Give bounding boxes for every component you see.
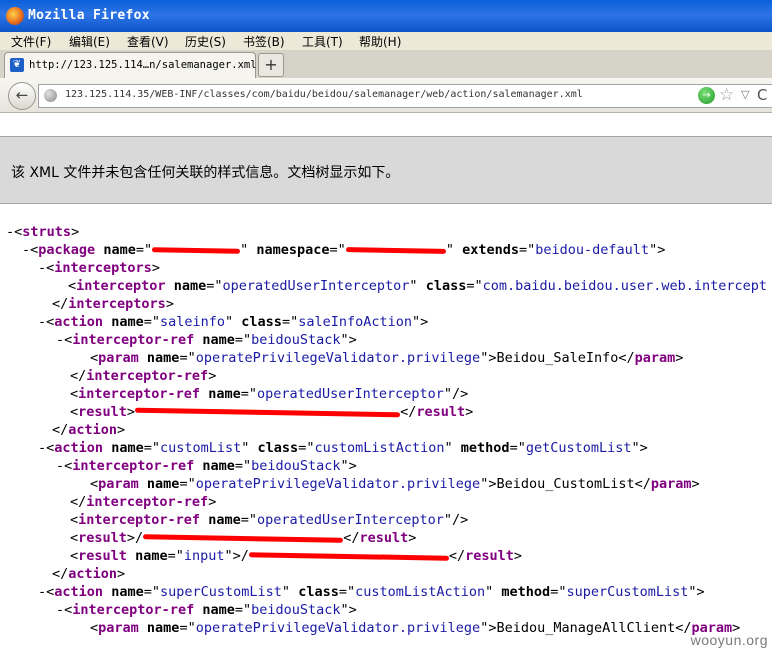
xml-info-message: 该 XML 文件并未包含任何关联的样式信息。文档树显示如下。 xyxy=(11,165,400,181)
collapse-toggle[interactable]: - xyxy=(56,332,64,348)
paw-favicon-icon: ❦ xyxy=(10,58,24,72)
xml-line: <interceptor-ref name="operatedUserInter… xyxy=(70,512,469,528)
menu-bar: 文件(F) 编辑(E) 查看(V) 历史(S) 书签(B) 工具(T) 帮助(H… xyxy=(0,32,772,50)
xml-line: </interceptor-ref> xyxy=(70,368,217,384)
redaction-scribble xyxy=(143,533,344,543)
window-title: Mozilla Firefox xyxy=(28,8,150,23)
redaction-scribble xyxy=(152,246,241,254)
menu-file[interactable]: 文件(F) xyxy=(11,33,51,50)
go-button[interactable]: → xyxy=(698,87,715,104)
xml-line: </action> xyxy=(52,566,126,582)
xml-line: -<interceptors> xyxy=(38,260,160,276)
tab-bar: ❦ http://123.125.114…n/salemanager.xml + xyxy=(0,50,772,79)
history-dropdown-icon[interactable]: ▽ xyxy=(741,88,749,101)
collapse-toggle[interactable]: - xyxy=(38,440,46,456)
collapse-toggle[interactable]: - xyxy=(38,260,46,276)
xml-line: -<action name="superCustomList" class="c… xyxy=(38,584,705,600)
redaction-scribble xyxy=(248,551,449,561)
address-text[interactable]: 123.125.114.35/WEB-INF/classes/com/baidu… xyxy=(65,89,583,100)
navigation-bar: ← 123.125.114.35/WEB-INF/classes/com/bai… xyxy=(0,78,772,113)
tab-title: http://123.125.114…n/salemanager.xml xyxy=(29,59,257,71)
xml-line: -<interceptor-ref name="beidouStack"> xyxy=(56,602,357,618)
xml-line: </interceptors> xyxy=(52,296,174,312)
collapse-toggle[interactable]: - xyxy=(22,242,30,258)
back-button[interactable]: ← xyxy=(8,82,36,110)
tab-salemanager[interactable]: ❦ http://123.125.114…n/salemanager.xml xyxy=(4,52,257,78)
menu-view[interactable]: 查看(V) xyxy=(127,33,169,50)
redaction-scribble xyxy=(345,246,446,254)
reload-button[interactable]: C xyxy=(757,86,767,104)
menu-edit[interactable]: 编辑(E) xyxy=(69,33,110,50)
xml-line: -<interceptor-ref name="beidouStack"> xyxy=(56,458,357,474)
xml-line: -<action name="saleinfo" class="saleInfo… xyxy=(38,314,429,330)
menu-history[interactable]: 历史(S) xyxy=(185,33,226,50)
wooyun-watermark: wooyun.org xyxy=(690,632,768,648)
xml-line: <interceptor-ref name="operatedUserInter… xyxy=(70,386,469,402)
collapse-toggle[interactable]: - xyxy=(6,224,14,240)
xml-line: -<struts> xyxy=(6,224,80,240)
firefox-logo-icon xyxy=(6,7,24,25)
new-tab-button[interactable]: + xyxy=(258,53,284,77)
collapse-toggle[interactable]: - xyxy=(56,602,64,618)
collapse-toggle[interactable]: - xyxy=(56,458,64,474)
xml-line: <param name="operatePrivilegeValidator.p… xyxy=(90,350,684,366)
xml-line: <param name="operatePrivilegeValidator.p… xyxy=(90,620,741,636)
xml-line: <result name="input">/</result> xyxy=(70,548,523,564)
menu-tools[interactable]: 工具(T) xyxy=(302,33,343,50)
xml-line: <param name="operatePrivilegeValidator.p… xyxy=(90,476,700,492)
xml-line: -<action name="customList" class="custom… xyxy=(38,440,648,456)
collapse-toggle[interactable]: - xyxy=(38,584,46,600)
xml-line: </action> xyxy=(52,422,126,438)
title-bar: Mozilla Firefox xyxy=(0,0,772,33)
redaction-scribble xyxy=(135,407,401,417)
menu-bookmarks[interactable]: 书签(B) xyxy=(243,33,285,50)
xml-line: -<package name=" " namespace=" " extends="… xyxy=(22,242,666,258)
address-bar[interactable]: 123.125.114.35/WEB-INF/classes/com/baidu… xyxy=(38,84,772,108)
globe-icon xyxy=(44,89,57,102)
bookmark-star-icon[interactable]: ☆ xyxy=(719,85,734,105)
collapse-toggle[interactable]: - xyxy=(38,314,46,330)
xml-document-tree: -<struts> -<package name=" " namespace=" "… xyxy=(0,203,772,650)
xml-line: -<interceptor-ref name="beidouStack"> xyxy=(56,332,357,348)
menu-help[interactable]: 帮助(H) xyxy=(359,33,401,50)
xml-line: <interceptor name="operatedUserIntercept… xyxy=(68,278,768,294)
xml-line: </interceptor-ref> xyxy=(70,494,217,510)
xml-line: <result>/</result> xyxy=(70,530,417,546)
xml-line: <result> </result> xyxy=(70,404,474,420)
xml-info-banner: 该 XML 文件并未包含任何关联的样式信息。文档树显示如下。 xyxy=(0,136,772,204)
